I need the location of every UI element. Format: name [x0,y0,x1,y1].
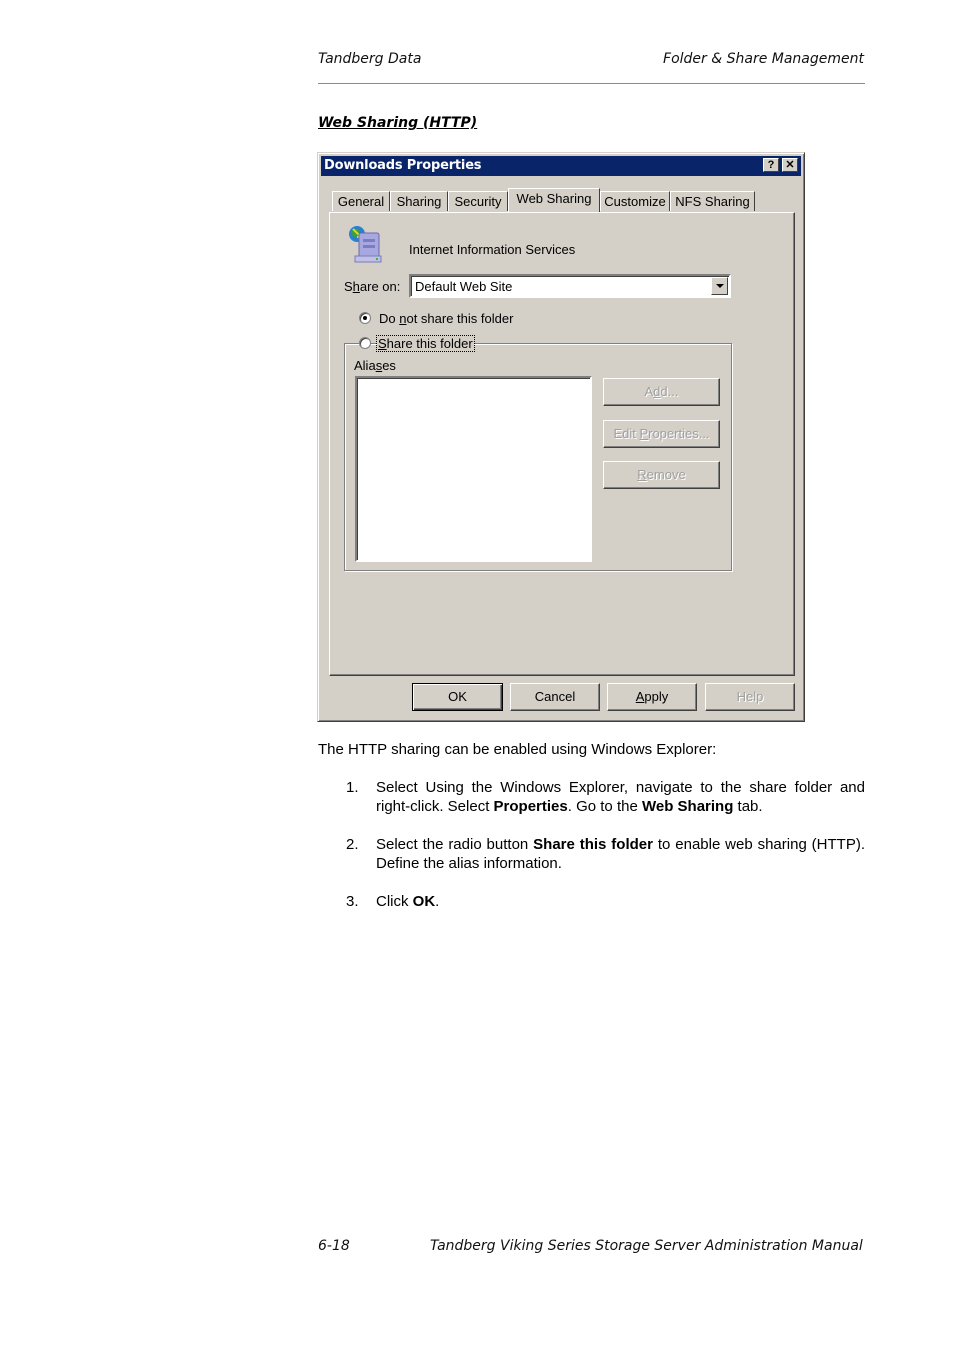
remove-alias-button[interactable]: Remove [603,461,720,489]
bold-term: Web Sharing [641,798,734,815]
label-part: roperties... [648,426,710,441]
tab-sharing[interactable]: Sharing [390,191,448,211]
help-button[interactable]: Help [705,683,795,711]
ok-button[interactable]: OK [412,683,503,711]
chevron-down-icon[interactable] [711,277,728,295]
label-part: A [644,384,654,399]
share-on-select[interactable]: Default Web Site [409,274,731,298]
step-item: 1. Select Using the Windows Explorer, na… [346,778,865,816]
step-text: Click OK. [376,892,865,911]
page-number: 6-18 [318,1238,350,1254]
header-chapter: Folder & Share Management [663,51,864,67]
add-alias-button[interactable]: Add... [603,378,720,406]
label-mnemonic: h [352,279,360,294]
step-text: Select the radio button Share this folde… [376,835,865,873]
label-part: Alia [354,358,376,373]
label-part: d... [660,384,679,399]
bold-term: Share this folder [533,836,653,853]
label-part: pply [644,689,669,704]
tab-web-sharing[interactable]: Web Sharing [508,188,600,212]
bold-term: OK [412,893,436,910]
share-on-value: Default Web Site [415,279,513,294]
text-part: . [435,893,440,910]
tab-customize[interactable]: Customize [600,191,670,211]
label-mnemonic: S [378,336,387,351]
step-item: 3. Click OK. [346,892,865,911]
do-not-share-label[interactable]: Do not share this folder [379,311,513,326]
aliases-listbox[interactable] [355,376,592,562]
label-mnemonic: R [637,467,647,482]
label-part: ot share this folder [406,311,514,326]
tab-security[interactable]: Security [448,191,508,211]
intro-paragraph: The HTTP sharing can be enabled using Wi… [318,741,717,758]
step-number: 2. [346,836,359,853]
iis-server-globe-icon [349,226,382,263]
step-item: 2. Select the radio button Share this fo… [346,835,865,873]
label-part: hare this folder [386,336,473,351]
step-number: 1. [346,779,359,796]
edit-properties-button[interactable]: Edit Properties... [603,420,720,448]
aliases-label: Aliases [354,358,396,373]
properties-dialog: Downloads Properties ? ✕ General Sharing… [317,152,805,722]
dialog-titlebar: Downloads Properties ? ✕ [321,156,801,176]
share-this-folder-label[interactable]: Share this folder [376,335,475,352]
share-this-folder-radio[interactable] [359,337,371,349]
do-not-share-radio[interactable] [359,312,371,324]
close-icon[interactable]: ✕ [782,158,798,172]
label-part: emove [646,467,686,482]
text-part: tab. [733,798,763,815]
section-title: Web Sharing (HTTP) [318,115,478,131]
step-text: Select Using the Windows Explorer, navig… [376,778,865,816]
dialog-title: Downloads Properties [324,158,482,173]
service-label: Internet Information Services [409,242,576,257]
bold-term: Properties [493,798,568,815]
step-number: 3. [346,893,359,910]
tab-general[interactable]: General [332,191,390,211]
text-part: Click [376,893,413,910]
label-mnemonic: P [639,426,649,441]
text-part: Select the radio button [376,836,534,853]
manual-title: Tandberg Viking Series Storage Server Ad… [430,1238,863,1254]
label-part: S [344,279,353,294]
label-part: Do [379,311,400,326]
cancel-button[interactable]: Cancel [510,683,600,711]
label-part: es [382,358,396,373]
text-part: . Go to the [567,798,642,815]
header-company: Tandberg Data [318,51,422,67]
label-part: Edit [613,426,640,441]
apply-button[interactable]: Apply [607,683,697,711]
header-divider [318,83,865,84]
help-icon[interactable]: ? [763,158,779,172]
share-on-label: Share on: [344,279,400,294]
tab-nfs-sharing[interactable]: NFS Sharing [670,191,755,211]
label-part: are on: [359,279,401,294]
